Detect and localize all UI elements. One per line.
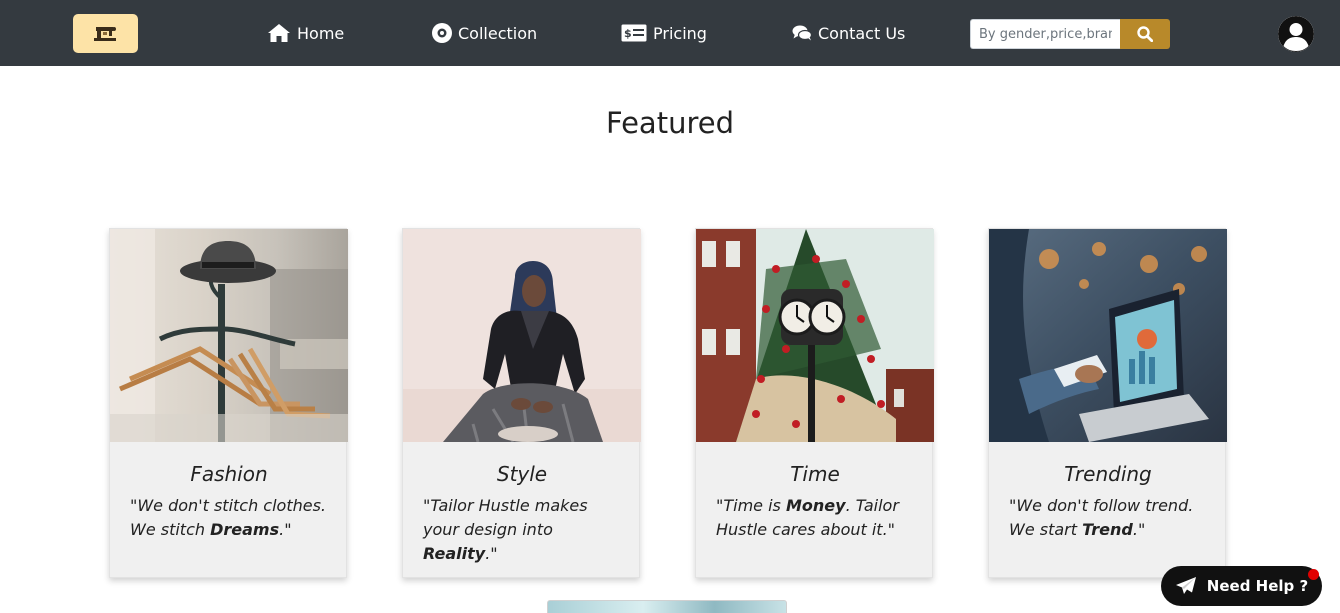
card-fashion[interactable]: Fashion "We don't stitch clothes. We sti…	[109, 228, 348, 578]
card-image	[989, 229, 1227, 442]
phone-laptop-image	[989, 229, 1227, 442]
card-quote-emphasis: Dreams	[210, 520, 280, 539]
user-icon	[1278, 16, 1314, 52]
nav-home-label: Home	[297, 23, 345, 43]
card-title: Fashion	[190, 462, 268, 486]
card-image	[403, 229, 641, 442]
card-title: Time	[790, 462, 840, 486]
card-quote: "We don't follow trend. We start Trend."	[1009, 494, 1214, 542]
sewing-machine-icon	[93, 26, 116, 41]
card-quote-start: "Time is	[716, 496, 786, 515]
card-quote: "Time is Money. Tailor Hustle cares abou…	[716, 494, 921, 542]
user-avatar[interactable]	[1278, 16, 1314, 52]
next-card-preview[interactable]	[547, 600, 787, 613]
notification-dot	[1308, 569, 1319, 580]
card-title: Trending	[1064, 462, 1152, 486]
clothes-rack-with-hat-image	[110, 229, 348, 442]
chat-bubbles-icon	[792, 25, 812, 41]
search-button[interactable]	[1120, 19, 1170, 49]
card-quote-end: ."	[485, 544, 498, 563]
price-tag-icon: $	[621, 24, 647, 42]
clock-christmas-tree-image	[696, 229, 934, 442]
nav-contact-label: Contact Us	[818, 23, 906, 43]
home-icon	[268, 24, 290, 42]
card-quote-emphasis: Trend	[1082, 520, 1133, 539]
card-quote-end: ."	[1132, 520, 1146, 539]
nav-contact[interactable]: Contact Us	[792, 0, 905, 66]
need-help-button[interactable]: Need Help ?	[1161, 566, 1322, 606]
nav-collection-label: Collection	[458, 23, 538, 43]
search-icon	[1137, 26, 1153, 42]
card-quote-emphasis: Reality	[423, 544, 486, 563]
svg-text:$: $	[624, 27, 632, 40]
card-time[interactable]: Time "Time is Money. Tailor Hustle cares…	[695, 228, 934, 578]
nav-pricing-label: Pricing	[653, 23, 707, 43]
need-help-label: Need Help ?	[1206, 577, 1309, 595]
card-trending[interactable]: Trending "We don't follow trend. We star…	[988, 228, 1227, 578]
nav-pricing[interactable]: $ Pricing	[621, 0, 707, 66]
woman-in-leather-jacket-image	[403, 229, 641, 442]
card-title: Style	[496, 462, 548, 486]
nav-home[interactable]: Home	[267, 0, 344, 66]
section-heading: Featured	[606, 106, 734, 140]
card-quote: "We don't stitch clothes. We stitch Drea…	[130, 494, 335, 542]
card-quote-emphasis: Money	[785, 496, 846, 515]
search-input[interactable]	[970, 19, 1120, 49]
card-quote-start: "Tailor Hustle makes your design into	[423, 496, 588, 539]
card-image	[696, 229, 934, 442]
card-style[interactable]: Style "Tailor Hustle makes your design i…	[402, 228, 641, 578]
card-quote: "Tailor Hustle makes your design into Re…	[423, 494, 628, 566]
navbar: Home Collection $ Pricing Contact Us	[0, 0, 1340, 66]
brand-logo[interactable]	[73, 14, 138, 53]
card-image	[110, 229, 348, 442]
disc-icon	[432, 23, 452, 43]
nav-collection[interactable]: Collection	[432, 0, 537, 66]
paper-plane-icon	[1175, 577, 1196, 594]
card-quote-end: ."	[279, 520, 292, 539]
